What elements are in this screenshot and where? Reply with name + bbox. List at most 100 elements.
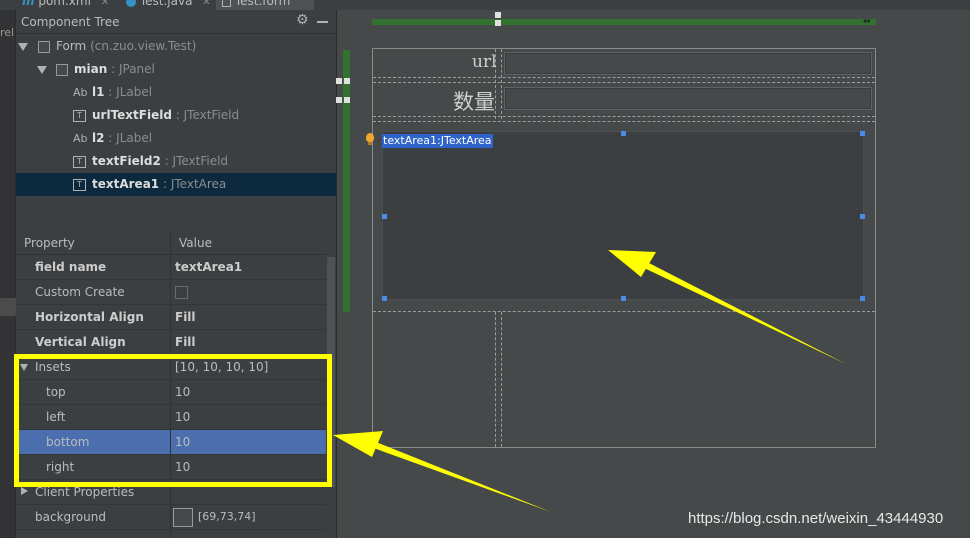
selection-handle[interactable] (860, 131, 865, 136)
tab-test-form[interactable]: Test.form (216, 0, 314, 10)
grid-line (495, 312, 496, 447)
tab-pom-xml[interactable]: m pom.xml ✕ (22, 0, 109, 10)
maven-icon: m (22, 0, 35, 8)
grid-line (373, 82, 875, 83)
column-handle[interactable] (495, 20, 501, 26)
grid-line (501, 312, 502, 447)
row-handle[interactable] (344, 97, 350, 103)
property-name: Vertical Align (35, 335, 126, 349)
tab-label: pom.xml (38, 0, 91, 8)
tree-item-textfield2[interactable]: T textField2 : JTextField (16, 150, 336, 173)
property-table-header: Property Value (16, 231, 326, 255)
property-row-field-name[interactable]: field name textArea1 (16, 255, 326, 280)
form-icon (222, 0, 231, 7)
tree-item-type: : JPanel (111, 62, 155, 76)
tree-item-type: : JLabel (108, 131, 153, 145)
insets-highlight-box (14, 354, 332, 487)
property-name: Horizontal Align (35, 310, 144, 324)
watermark-text: https://blog.csdn.net/weixin_43444930 (688, 510, 944, 527)
collapse-arrow-icon[interactable] (21, 487, 28, 495)
tree-item-type: : JLabel (108, 85, 153, 99)
text-field-icon: T (73, 110, 86, 122)
left-strip-highlight (0, 298, 16, 316)
color-swatch[interactable] (173, 508, 193, 527)
tree-item-name: mian (74, 62, 108, 76)
selection-handle[interactable] (382, 214, 387, 219)
property-name: background (35, 510, 106, 524)
label-icon: Ab (73, 86, 88, 99)
tree-item-textarea1[interactable]: T textArea1 : JTextArea (16, 173, 336, 196)
property-row-background[interactable]: background [69,73,74] (16, 505, 326, 530)
tree-item-name: l2 (92, 131, 105, 145)
row-handle[interactable] (336, 78, 342, 84)
url-text-field[interactable] (504, 52, 872, 75)
selection-handle[interactable] (621, 131, 626, 136)
tree-item-name: textField2 (92, 154, 161, 168)
text-field-2[interactable] (504, 87, 872, 110)
close-icon[interactable]: ✕ (202, 0, 210, 8)
value-column-header[interactable]: Value (179, 236, 212, 250)
tree-item-name: textArea1 (92, 177, 160, 191)
label-l2[interactable]: 数量 (453, 86, 495, 116)
custom-create-checkbox[interactable] (175, 286, 188, 299)
text-area-1[interactable] (382, 131, 864, 300)
gear-icon[interactable]: ⚙ (296, 13, 310, 27)
tab-label: Test.java (139, 0, 193, 8)
close-icon[interactable]: ✕ (101, 0, 109, 8)
grid-line (373, 311, 875, 312)
property-value[interactable]: Fill (175, 335, 196, 349)
grid-line (501, 49, 502, 119)
tab-test-java[interactable]: Test.java ✕ (126, 0, 211, 10)
tree-item-name: l1 (92, 85, 105, 99)
expand-arrow-icon[interactable] (18, 43, 28, 51)
property-name: Client Properties (35, 485, 135, 499)
row-handle[interactable] (336, 97, 342, 103)
tab-label: Test.form (234, 0, 291, 8)
text-area-caption: textArea1:JTextArea (382, 134, 493, 148)
tree-item-type: (cn.zuo.view.Test) (90, 39, 197, 53)
selection-handle[interactable] (382, 296, 387, 301)
expand-arrow-icon[interactable] (37, 66, 47, 74)
minimize-icon[interactable] (317, 21, 328, 23)
lightbulb-base (368, 142, 372, 145)
property-value[interactable]: Fill (175, 310, 196, 324)
column-handle[interactable] (495, 12, 501, 18)
property-name: Custom Create (35, 285, 125, 299)
lightbulb-icon[interactable] (366, 133, 374, 142)
column-layout-bar (372, 19, 876, 25)
tree-item-l2[interactable]: Ab l2 : JLabel (16, 127, 336, 150)
resize-horizontal-icon[interactable]: ⇔ (863, 17, 871, 27)
property-row-custom-create[interactable]: Custom Create (16, 280, 326, 305)
tree-item-mian[interactable]: mian : JPanel (16, 58, 336, 81)
property-column-header[interactable]: Property (24, 236, 75, 250)
tree-item-name: Form (56, 39, 87, 53)
tree-item-form[interactable]: Form (cn.zuo.view.Test) (16, 35, 336, 58)
tree-item-urltextfield[interactable]: T urlTextField : JTextField (16, 104, 336, 127)
text-area-icon: T (73, 179, 86, 191)
property-value[interactable]: textArea1 (175, 260, 242, 274)
row-handle[interactable] (344, 78, 350, 84)
label-icon: Ab (73, 132, 88, 145)
component-tree-title: Component Tree (21, 15, 120, 29)
property-row-horizontal-align[interactable]: Horizontal Align Fill (16, 305, 326, 330)
form-icon (38, 41, 50, 53)
tree-item-type: : JTextArea (162, 177, 227, 191)
selection-handle[interactable] (860, 296, 865, 301)
component-tree: Form (cn.zuo.view.Test) mian : JPanel Ab… (16, 35, 336, 231)
left-strip-text: rel (0, 26, 15, 39)
tree-item-type: : JTextField (164, 154, 229, 168)
grid-line (373, 77, 875, 78)
property-value[interactable]: [69,73,74] (198, 510, 256, 523)
selection-handle[interactable] (621, 296, 626, 301)
tree-item-l1[interactable]: Ab l1 : JLabel (16, 81, 336, 104)
tree-item-type: : JTextField (175, 108, 240, 122)
tree-item-name: urlTextField (92, 108, 172, 122)
java-class-icon (126, 0, 136, 7)
property-name: field name (35, 260, 107, 274)
row-layout-bar (343, 50, 350, 312)
property-row-vertical-align[interactable]: Vertical Align Fill (16, 330, 326, 355)
grid-line (373, 121, 875, 122)
selection-handle[interactable] (860, 214, 865, 219)
label-l1[interactable]: url (472, 52, 497, 72)
text-field-icon: T (73, 156, 86, 168)
